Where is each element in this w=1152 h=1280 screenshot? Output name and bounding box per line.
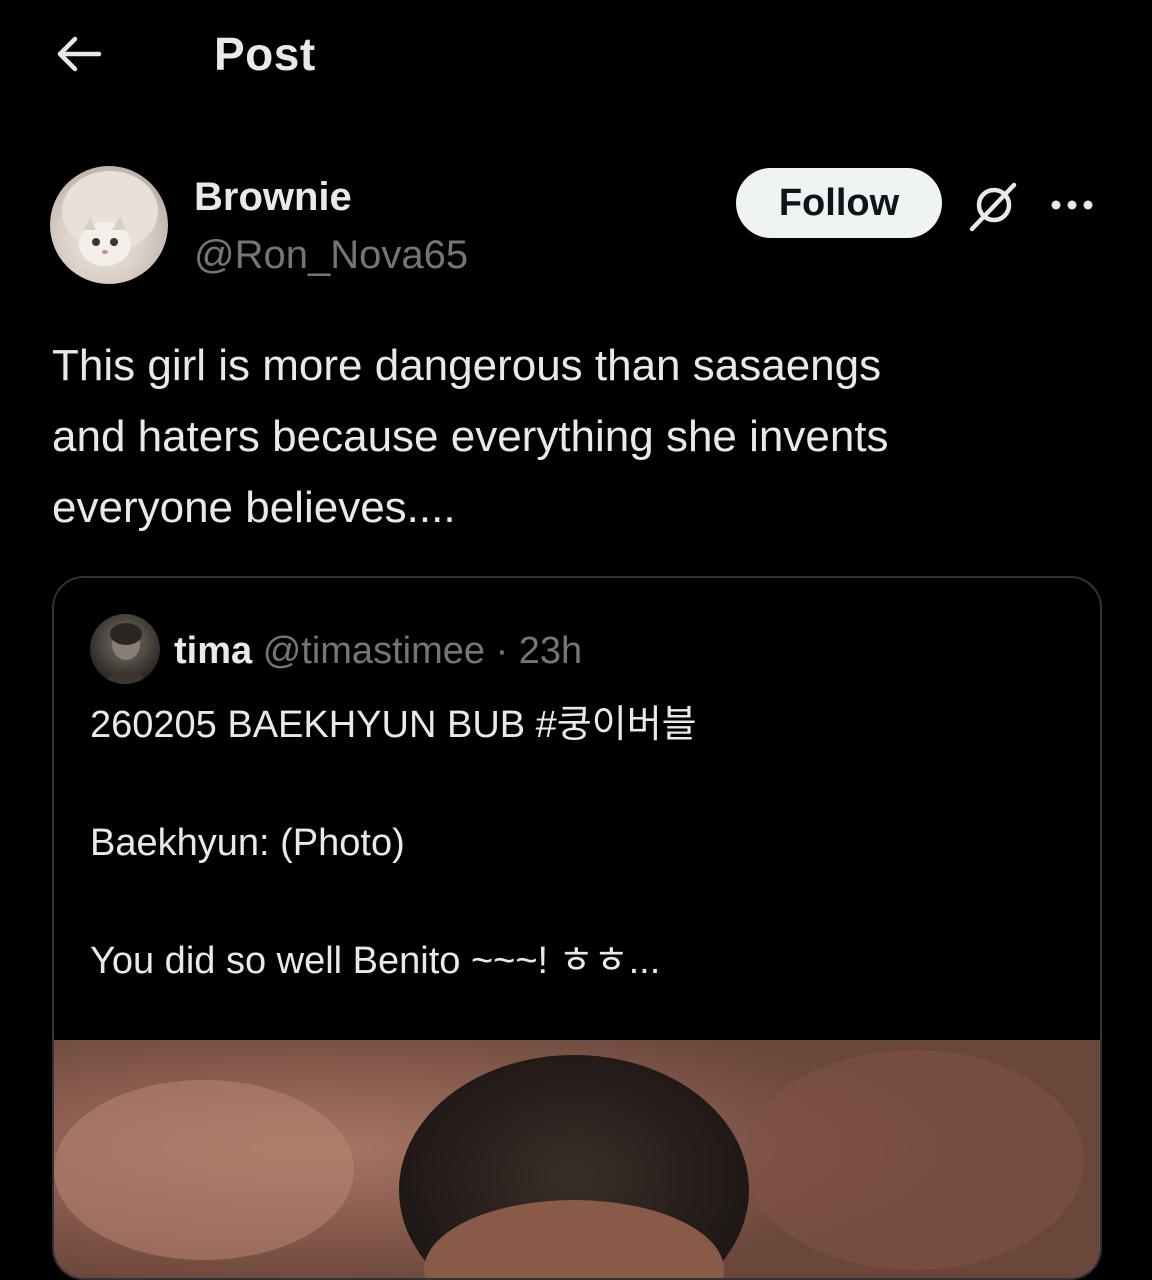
post-text: This girl is more dangerous than sasaeng… xyxy=(52,341,889,532)
quoted-author-avatar[interactable] xyxy=(90,614,160,684)
quoted-author-handle[interactable]: @timastimee xyxy=(263,630,485,672)
more-horizontal-icon xyxy=(1051,200,1093,210)
author-avatar[interactable] xyxy=(50,166,168,284)
back-button[interactable] xyxy=(48,28,108,80)
photo-image xyxy=(54,1040,1100,1278)
person-avatar-image xyxy=(100,623,152,684)
quoted-post-header: tima @timastimee · 23h xyxy=(174,624,582,678)
arrow-left-icon xyxy=(57,36,102,72)
cat-avatar-image xyxy=(62,171,158,266)
grok-button[interactable] xyxy=(962,176,1024,236)
top-bar: Post xyxy=(0,0,1152,110)
quoted-post-photo[interactable] xyxy=(54,1040,1100,1278)
quoted-post-card[interactable]: tima @timastimee · 23h 260205 BAEKHYUN B… xyxy=(52,576,1102,1280)
more-options-button[interactable] xyxy=(1044,180,1100,230)
quoted-post-text: 260205 BAEKHYUN BUB #쿵이버블 Baekhyun: (Pho… xyxy=(90,704,697,982)
author-display-name[interactable]: Brownie xyxy=(194,172,352,222)
header-separator: · xyxy=(495,630,509,672)
author-handle[interactable]: @Ron_Nova65 xyxy=(194,230,468,280)
follow-button[interactable]: Follow xyxy=(736,168,942,238)
quoted-author-name[interactable]: tima xyxy=(174,630,252,672)
quoted-post-time[interactable]: 23h xyxy=(519,630,582,672)
page-title: Post xyxy=(214,28,316,80)
grok-icon xyxy=(969,182,1017,232)
